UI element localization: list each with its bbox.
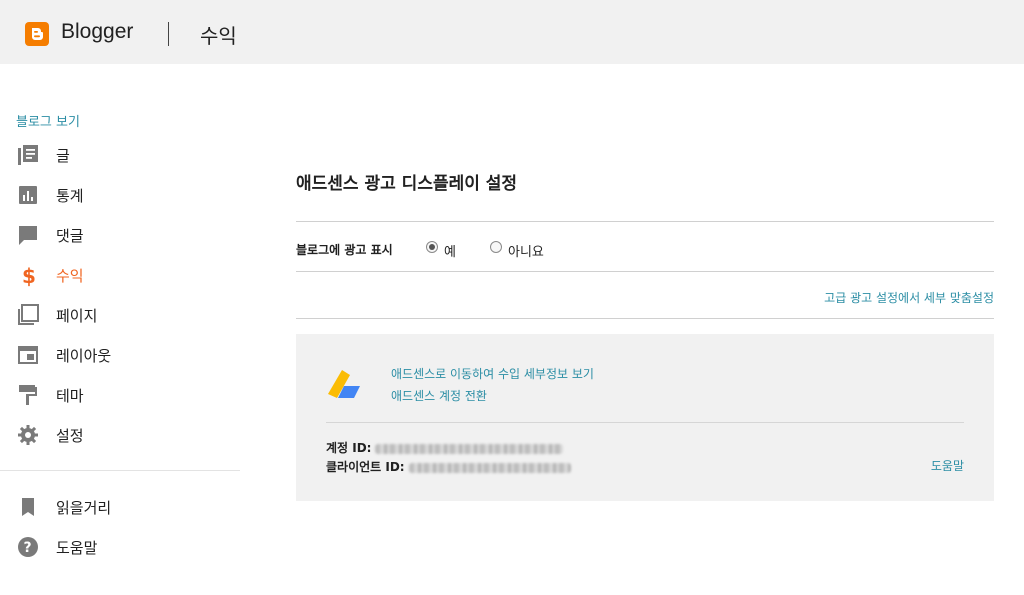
bookmark-icon (22, 498, 34, 516)
sidebar-item-earnings[interactable]: $ 수익 (0, 255, 240, 295)
section-heading: 애드센스 광고 디스플레이 설정 (296, 174, 518, 194)
sidebar-item-help[interactable]: ? 도움말 (0, 527, 240, 567)
svg-text:$: $ (22, 264, 36, 287)
sidebar-item-layout[interactable]: 레이아웃 (0, 335, 240, 375)
pages-icon (18, 304, 39, 325)
comments-icon (19, 226, 37, 245)
sidebar-item-label: 도움말 (56, 539, 98, 557)
client-id-row: 클라이언트 ID: (326, 458, 571, 475)
view-blog-link[interactable]: 블로그 보기 (16, 111, 80, 130)
top-bar: Blogger 수익 (0, 0, 1024, 64)
blogger-logo-icon[interactable] (25, 22, 49, 46)
sidebar-item-label: 레이아웃 (56, 347, 112, 365)
sidebar-item-label: 글 (56, 147, 70, 165)
radio-yes-label[interactable]: 예 (444, 241, 456, 260)
theme-icon (19, 385, 37, 405)
sidebar-item-label: 테마 (56, 387, 84, 405)
account-id-label: 계정 ID: (326, 441, 372, 455)
sidebar-item-label: 통계 (56, 187, 84, 205)
header-divider (168, 22, 169, 46)
sidebar-item-settings[interactable]: 설정 (0, 415, 240, 455)
gear-icon (18, 425, 38, 445)
adsense-switch-account-link[interactable]: 애드센스 계정 전환 (391, 387, 487, 404)
advanced-ad-settings-link[interactable]: 고급 광고 설정에서 세부 맞춤설정 (824, 289, 994, 306)
redacted-client-id (408, 462, 571, 473)
sidebar-item-label: 읽을거리 (56, 499, 112, 517)
dollar-icon: $ (22, 264, 36, 287)
redacted-account-id (375, 443, 564, 454)
sidebar-item-reading-list[interactable]: 읽을거리 (0, 487, 240, 527)
sidebar-item-stats[interactable]: 통계 (0, 175, 240, 215)
sidebar-item-posts[interactable]: 글 (0, 135, 240, 175)
client-id-label: 클라이언트 ID: (326, 460, 405, 474)
divider (296, 221, 994, 222)
show-ads-label: 블로그에 광고 표시 (296, 243, 393, 257)
divider (296, 271, 994, 272)
layout-icon (18, 346, 38, 364)
radio-yes[interactable] (426, 241, 438, 253)
adsense-card: 애드센스로 이동하여 수입 세부정보 보기 애드센스 계정 전환 계정 ID: … (296, 334, 994, 501)
brand-name[interactable]: Blogger (61, 20, 133, 44)
adsense-logo-icon (328, 370, 360, 398)
sidebar-divider (0, 470, 240, 471)
svg-text:?: ? (24, 540, 32, 556)
stats-icon (19, 186, 37, 204)
card-divider (326, 422, 964, 423)
radio-no[interactable] (490, 241, 502, 253)
sidebar: 블로그 보기 글 통계 댓글 $ 수익 페이지 레이아웃 테마 설정 읽을거리 … (0, 64, 240, 595)
sidebar-item-label: 댓글 (56, 227, 84, 245)
account-id-row: 계정 ID: (326, 439, 564, 456)
help-link[interactable]: 도움말 (931, 457, 964, 474)
sidebar-item-label: 설정 (56, 427, 84, 445)
radio-no-label[interactable]: 아니요 (508, 241, 544, 260)
sidebar-item-comments[interactable]: 댓글 (0, 215, 240, 255)
adsense-income-link[interactable]: 애드센스로 이동하여 수입 세부정보 보기 (391, 365, 594, 382)
posts-icon (18, 145, 38, 165)
sidebar-item-pages[interactable]: 페이지 (0, 295, 240, 335)
page-title: 수익 (200, 24, 237, 48)
main-content: 애드센스 광고 디스플레이 설정 블로그에 광고 표시 예 아니요 고급 광고 … (296, 64, 994, 595)
help-icon: ? (18, 537, 38, 557)
divider (296, 318, 994, 319)
sidebar-item-label: 수익 (56, 267, 84, 285)
sidebar-item-theme[interactable]: 테마 (0, 375, 240, 415)
sidebar-item-label: 페이지 (56, 307, 98, 325)
